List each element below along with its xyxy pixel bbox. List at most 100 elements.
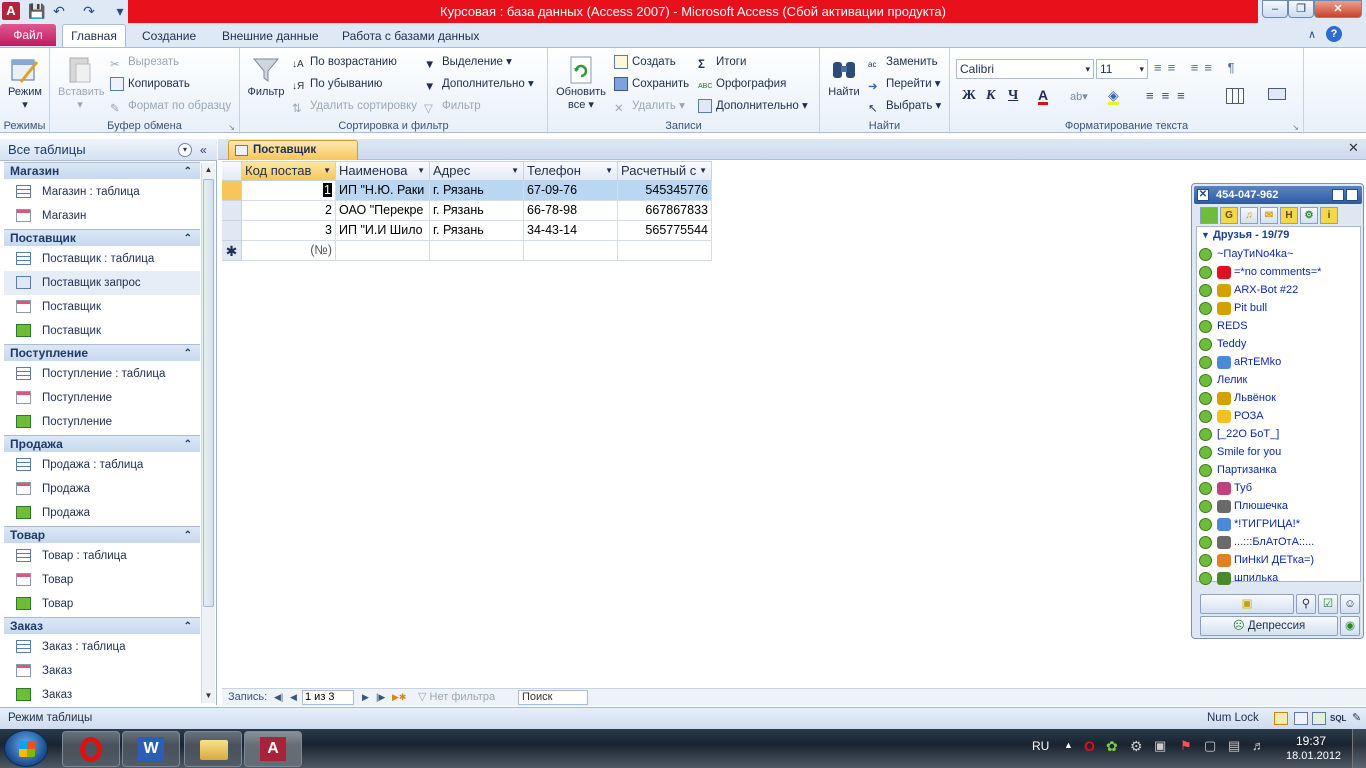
nav-item[interactable]: Поступление (4, 386, 200, 410)
row-selector[interactable] (222, 201, 242, 221)
underline-button[interactable]: Ч (1008, 88, 1018, 104)
qip-contact[interactable]: Партизанка (1199, 461, 1359, 479)
totals-button[interactable]: Σ Итоги (698, 52, 746, 72)
list-buttons[interactable]: ≡≡ ≡≡ ¶ (1154, 60, 1241, 75)
sql-view-icon[interactable]: SQL (1330, 708, 1346, 729)
qip-search-button[interactable]: ⚲ (1296, 594, 1316, 614)
qip-group-header[interactable]: ▼ Друзья - 19/79 (1201, 229, 1289, 241)
row-selector[interactable] (222, 221, 242, 241)
tray-expand-icon[interactable]: ▲ (1064, 740, 1073, 750)
nav-item[interactable]: Заказ : таблица (4, 635, 200, 659)
nav-group-header[interactable]: Продажа ⌃ (4, 435, 200, 452)
alt-row-color-icon[interactable] (1268, 88, 1286, 100)
collapse-chevron-icon[interactable]: ⌃ (184, 527, 192, 544)
tray-action-center-icon[interactable]: ⚑ (1180, 738, 1192, 754)
access-app-icon[interactable]: A (2, 2, 20, 20)
qip-contact[interactable]: Львёнок (1199, 389, 1359, 407)
fill-color-icon[interactable]: ◈ (1108, 88, 1119, 105)
selection-button[interactable]: ▼ Выделение ▾ (424, 52, 512, 72)
tab-document[interactable]: Поставщик запрос (228, 140, 358, 174)
language-indicator[interactable]: RU (1032, 739, 1049, 753)
close-document-icon[interactable]: ✕ (1348, 140, 1359, 156)
nav-item[interactable]: Поставщик : таблица (4, 247, 200, 271)
nav-item[interactable]: Магазин (4, 204, 200, 228)
no-filter-button[interactable]: ▽ Нет фильтра (418, 689, 495, 706)
table-cell[interactable]: 67-09-76 (524, 181, 618, 201)
start-button[interactable] (4, 730, 48, 767)
highlight-icon[interactable]: ab▾ (1070, 90, 1088, 103)
nav-item[interactable]: Продажа (4, 501, 200, 525)
sort-ascending-button[interactable]: ↓A По возрастанию (292, 52, 397, 72)
filter-button[interactable]: Фильтр (244, 54, 288, 98)
replace-button[interactable]: ac Заменить (868, 52, 938, 72)
prev-record-icon[interactable]: ◀ (290, 689, 297, 706)
table-cell[interactable]: 3 (242, 221, 336, 241)
taskbar-word[interactable]: W (122, 731, 180, 767)
sort-descending-button[interactable]: ↓Я По убыванию (292, 74, 382, 94)
qip-h-icon[interactable]: H (1280, 207, 1298, 224)
clock-date[interactable]: 18.01.2012 (1286, 750, 1341, 762)
tab-home[interactable]: Главная (62, 24, 126, 48)
column-filter-chevron-icon[interactable]: ▼ (323, 162, 331, 180)
table-cell[interactable] (524, 241, 618, 261)
dialog-launcher-icon[interactable]: ↘ (228, 123, 235, 132)
table-cell[interactable]: ОАО "Перекре (336, 201, 430, 221)
column-header[interactable]: Код постав ▼ (242, 161, 336, 181)
qip-add-button[interactable]: ☑ (1318, 594, 1338, 614)
nav-item[interactable]: Поставщик запрос (4, 271, 200, 295)
nav-item[interactable]: Поставщик (4, 295, 200, 319)
tray-volume-icon[interactable]: ♬ (1252, 738, 1265, 753)
datasheet-view-icon[interactable] (1274, 712, 1288, 725)
qip-chat-icon[interactable]: ✉ (1260, 207, 1278, 224)
nav-item[interactable]: Товар : таблица (4, 544, 200, 568)
collapse-chevron-icon[interactable]: ⌃ (184, 163, 192, 180)
align-buttons[interactable]: ≡≡≡ (1146, 88, 1193, 103)
copy-button[interactable]: Копировать (110, 74, 190, 94)
tab-create[interactable]: Создание (132, 24, 206, 48)
qip-tools-icon[interactable]: ⚙ (1300, 207, 1318, 224)
qip-sound-icon[interactable]: ♫ (1240, 207, 1258, 224)
taskbar-opera[interactable] (62, 731, 120, 767)
bold-button[interactable]: Ж (962, 88, 976, 104)
table-cell[interactable]: г. Рязань (430, 221, 524, 241)
table-cell[interactable]: г. Рязань (430, 201, 524, 221)
format-painter-button[interactable]: ✎ Формат по образцу (110, 96, 231, 116)
qip-contact[interactable]: Туб (1199, 479, 1359, 497)
qip-contact[interactable]: [_22O БоТ_] (1199, 425, 1359, 443)
font-size-select[interactable]: 11 ▾ (1096, 59, 1148, 79)
table-cell[interactable]: 1 (242, 181, 336, 201)
column-filter-chevron-icon[interactable]: ▼ (605, 162, 613, 180)
new-row-selector[interactable]: ✱ (222, 241, 242, 261)
nav-item[interactable]: Заказ (4, 659, 200, 683)
nav-item[interactable]: Заказ (4, 683, 200, 707)
collapse-chevron-icon[interactable]: ⌃ (184, 345, 192, 362)
design-view-icon[interactable]: ✎ (1352, 708, 1361, 729)
nav-group-header[interactable]: Товар ⌃ (4, 526, 200, 543)
table-cell[interactable]: 66-78-98 (524, 201, 618, 221)
column-header[interactable]: Расчетный с ▼ (618, 161, 712, 181)
scroll-thumb[interactable] (203, 179, 214, 607)
nav-scrollbar[interactable]: ▲ ▼ (201, 163, 215, 703)
clock-time[interactable]: 19:37 (1296, 734, 1326, 748)
qip-contact[interactable]: REDS (1199, 317, 1359, 335)
view-button[interactable]: Режим ▾ (4, 54, 46, 111)
table-cell[interactable]: ИП "И.И Шило (336, 221, 430, 241)
scroll-down-icon[interactable]: ▼ (202, 689, 215, 703)
nav-item[interactable]: Продажа : таблица (4, 453, 200, 477)
cut-button[interactable]: ✂ Вырезать (110, 52, 179, 72)
qip-contact[interactable]: ...:::БлАтОтА::... (1199, 533, 1359, 551)
table-cell[interactable]: 545345776 (618, 181, 712, 201)
qip-status-icon[interactable] (1200, 207, 1218, 224)
save-record-button[interactable]: Сохранить (614, 74, 689, 94)
maximize-button[interactable]: ❐ (1288, 0, 1314, 18)
column-header[interactable]: Наименова ▼ (336, 161, 430, 181)
qip-close-icon[interactable]: ✕ (1197, 189, 1209, 201)
qip-contact[interactable]: ПиНкИ ДЕТка=) (1199, 551, 1359, 569)
scroll-up-icon[interactable]: ▲ (202, 163, 215, 177)
nav-item[interactable]: Магазин : таблица (4, 180, 200, 204)
nav-item[interactable]: Поставщик (4, 319, 200, 343)
new-record-nav-icon[interactable]: ▶✱ (392, 689, 406, 706)
qip-contact[interactable]: Teddy (1199, 335, 1359, 353)
tray-network-icon[interactable]: ▤ (1228, 738, 1240, 754)
minimize-button[interactable]: – (1262, 0, 1288, 18)
